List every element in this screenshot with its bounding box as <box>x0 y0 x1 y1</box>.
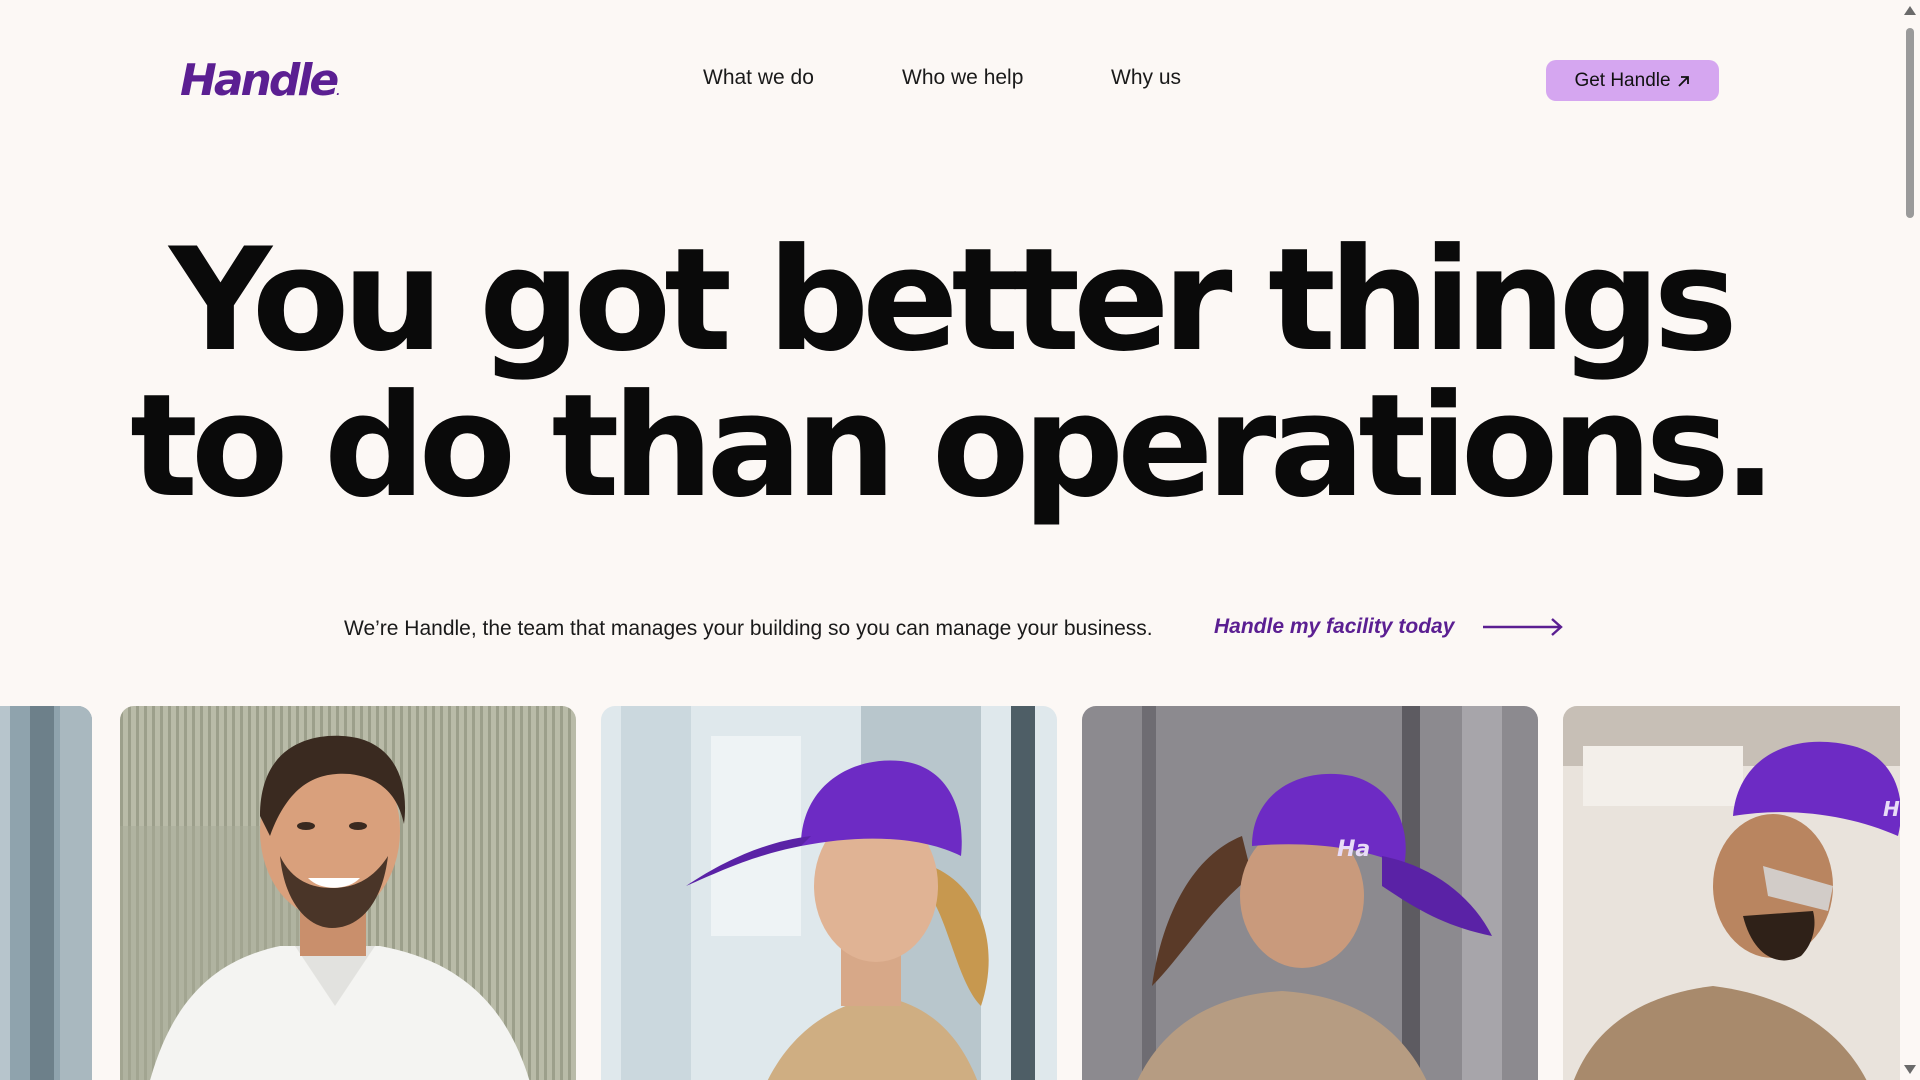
handle-my-facility-link[interactable]: Handle my facility today <box>1214 615 1564 639</box>
get-handle-label: Get Handle <box>1574 69 1671 91</box>
arrow-up-right-icon <box>1677 75 1689 87</box>
page: Handle. What we do Who we help Why us Ge… <box>0 0 1900 1080</box>
photo-partial-left-image <box>0 706 92 1080</box>
cap-logo-text: Ha <box>1337 837 1370 862</box>
nav-who-we-help[interactable]: Who we help <box>902 66 1023 90</box>
photo-worker-writing-image: Ha <box>1082 706 1538 1080</box>
cap-logo-text: H <box>1883 797 1900 821</box>
hero-line-1: You got better things <box>169 218 1738 383</box>
logo-dot: . <box>336 87 341 98</box>
scroll-down-icon[interactable] <box>1904 1065 1916 1074</box>
handle-logo[interactable]: Handle. <box>180 55 340 106</box>
hero-line-2: to do than operations. <box>130 364 1777 529</box>
hero-headline: You got better things to do than operati… <box>0 228 1900 520</box>
intro-text: We’re Handle, the team that manages your… <box>344 617 1153 640</box>
nav-what-we-do[interactable]: What we do <box>703 66 814 90</box>
scroll-thumb[interactable] <box>1906 28 1914 218</box>
nav-why-us[interactable]: Why us <box>1111 66 1181 90</box>
photo-woman-purple-cap-profile <box>601 706 1057 1080</box>
photo-partial-left <box>0 706 92 1080</box>
photo-smiling-man-white-polo <box>120 706 576 1080</box>
photo-woman-cap-image <box>601 706 1057 1080</box>
get-handle-button[interactable]: Get Handle <box>1546 60 1719 101</box>
page-scrollbar[interactable] <box>1900 0 1920 1080</box>
photo-smiling-man-image <box>120 706 576 1080</box>
photo-technician-image: H <box>1563 706 1900 1080</box>
logo-wordmark: Handle <box>180 55 339 106</box>
photo-technician-safety-glasses: H <box>1563 706 1900 1080</box>
long-arrow-right-icon <box>1483 618 1564 636</box>
scroll-up-icon[interactable] <box>1904 6 1916 15</box>
photo-worker-purple-cap-writing: Ha <box>1082 706 1538 1080</box>
handle-my-facility-label: Handle my facility today <box>1214 615 1455 638</box>
